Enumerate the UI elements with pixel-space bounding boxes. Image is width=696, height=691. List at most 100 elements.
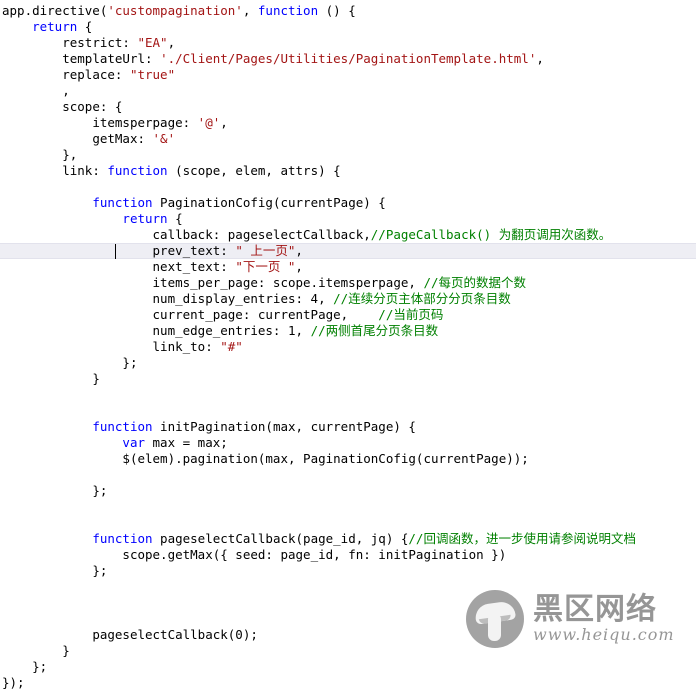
code-token: , (295, 259, 303, 274)
code-line[interactable]: templateUrl: './Client/Pages/Utilities/P… (0, 51, 696, 67)
code-token: max = max; (145, 435, 228, 450)
code-token: { (167, 211, 183, 226)
code-line[interactable]: function PaginationCofig(currentPage) { (0, 195, 696, 211)
code-token: 当前页码 (393, 307, 444, 322)
text-caret (115, 244, 116, 259)
code-token: // (333, 291, 349, 306)
code-token: " (280, 259, 296, 274)
code-token: // (423, 275, 439, 290)
code-token: initPagination(max, currentPage) { (152, 419, 416, 434)
code-token: var (122, 435, 145, 450)
code-token: }, (62, 147, 78, 162)
code-line[interactable] (0, 403, 696, 419)
code-line[interactable]: var max = max; (0, 435, 696, 451)
code-line[interactable]: scope: { (0, 99, 696, 115)
code-line[interactable] (0, 499, 696, 515)
code-token: scope.getMax({ seed: page_id, fn: initPa… (122, 547, 507, 562)
code-token: , (220, 115, 228, 130)
code-line[interactable]: }, (0, 147, 696, 163)
code-line[interactable] (0, 467, 696, 483)
code-line[interactable]: }; (0, 483, 696, 499)
code-line[interactable]: callback: pageselectCallback,//PageCallb… (0, 227, 696, 243)
code-line[interactable]: num_edge_entries: 1, //两侧首尾分页条目数 (0, 323, 696, 339)
code-line[interactable]: link: function (scope, elem, attrs) { (0, 163, 696, 179)
code-line[interactable]: $(elem).pagination(max, PaginationCofig(… (0, 451, 696, 467)
code-line[interactable]: current_page: currentPage, //当前页码 (0, 307, 696, 323)
code-line[interactable]: }; (0, 563, 696, 579)
code-line[interactable]: }; (0, 355, 696, 371)
code-line[interactable]: link_to: "#" (0, 339, 696, 355)
code-token: pageselectCallback(page_id, jq) { (152, 531, 409, 546)
code-line[interactable]: }; (0, 659, 696, 675)
code-token: $(elem).pagination(max, PaginationCofig(… (122, 451, 529, 466)
code-token: // (310, 323, 326, 338)
code-line[interactable]: itemsperpage: '@', (0, 115, 696, 131)
code-token: 下一页 (242, 259, 281, 274)
code-line[interactable] (0, 179, 696, 195)
code-token: }; (122, 355, 138, 370)
code-token: , (536, 51, 544, 66)
code-line[interactable]: num_display_entries: 4, //连续分页主体部分分页条目数 (0, 291, 696, 307)
code-token: , (167, 35, 176, 50)
code-line[interactable]: function initPagination(max, currentPage… (0, 419, 696, 435)
code-token: PaginationCofig(currentPage) { (152, 195, 386, 210)
code-line[interactable] (0, 387, 696, 403)
code-line[interactable]: items_per_page: scope.itemsperpage, //每页… (0, 275, 696, 291)
code-editor[interactable]: app.directive('custompagination', functi… (0, 0, 696, 690)
code-token: link_to: (152, 339, 221, 354)
code-line[interactable]: getMax: '&' (0, 131, 696, 147)
code-line[interactable]: } (0, 371, 696, 387)
code-line[interactable]: }); (0, 675, 696, 691)
code-token: }; (92, 483, 108, 498)
code-token: function (107, 163, 168, 178)
code-token: 每页的数据个数 (438, 275, 527, 290)
code-token: }); (2, 675, 25, 690)
code-token: templateUrl: (62, 51, 161, 66)
code-line[interactable]: return { (0, 19, 696, 35)
code-line[interactable]: return { (0, 211, 696, 227)
code-token: " (235, 259, 243, 274)
code-line[interactable]: function pageselectCallback(page_id, jq)… (0, 531, 696, 547)
watermark-brand: 黑区网络 (533, 592, 657, 627)
code-token: 回调函数，进一步使用请参阅说明文档 (423, 531, 636, 546)
code-token: " (235, 243, 251, 258)
code-line[interactable]: replace: "true" (0, 67, 696, 83)
code-token: "EA" (137, 35, 168, 50)
code-token: }; (32, 659, 48, 674)
code-token: // (378, 307, 394, 322)
code-line[interactable]: restrict: "EA", (0, 35, 696, 51)
code-line[interactable]: next_text: "下一页 ", (0, 259, 696, 275)
code-token: '@' (197, 115, 221, 130)
watermark: 黑区网络 www.heiqu.com (466, 588, 690, 650)
code-line-current[interactable]: prev_text: " 上一页", (0, 243, 696, 259)
code-token: (scope, elem, attrs) { (167, 163, 341, 178)
code-token: //PageCallback() (370, 227, 499, 242)
code-line[interactable] (0, 515, 696, 531)
code-token: getMax: (92, 131, 153, 146)
code-token: itemsperpage: (92, 115, 198, 130)
code-line[interactable]: app.directive('custompagination', functi… (0, 3, 696, 19)
code-token: app.directive( (2, 3, 108, 18)
code-token: current_page: currentPage, (152, 307, 379, 322)
code-token: { (77, 19, 93, 34)
code-token: next_text: (152, 259, 236, 274)
mushroom-logo-icon (466, 590, 524, 648)
code-line[interactable]: , (0, 83, 696, 99)
code-line[interactable]: scope.getMax({ seed: page_id, fn: initPa… (0, 547, 696, 563)
code-token: // (408, 531, 424, 546)
